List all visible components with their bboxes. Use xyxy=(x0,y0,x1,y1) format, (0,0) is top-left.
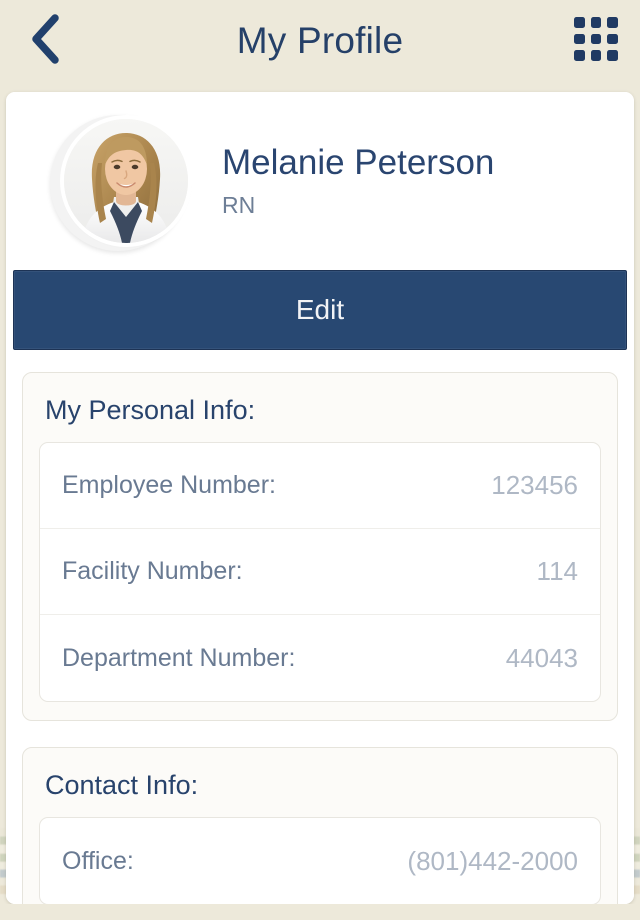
bottom-strip xyxy=(0,904,640,920)
profile-identity: Melanie Peterson RN xyxy=(222,143,494,218)
info-row: Department Number: 44043 xyxy=(40,615,600,701)
profile-summary: Melanie Peterson RN xyxy=(6,92,634,270)
grid-dot xyxy=(590,33,602,45)
profile-name: Melanie Peterson xyxy=(222,143,495,183)
avatar-image xyxy=(64,119,188,243)
edit-button[interactable]: Edit xyxy=(13,270,627,350)
profile-card: Melanie Peterson RN Edit My Personal Inf… xyxy=(6,92,634,904)
back-button[interactable] xyxy=(14,8,76,70)
edit-button-container: Edit xyxy=(6,270,634,350)
info-row-label: Office: xyxy=(62,846,134,875)
grid-apps-icon[interactable] xyxy=(568,11,624,67)
info-row-label: Department Number: xyxy=(62,643,296,672)
page-title: My Profile xyxy=(236,20,404,61)
section-rows: Office: (801)442-2000 xyxy=(39,817,601,904)
section-rows: Employee Number: 123456 Facility Number: 11… xyxy=(39,442,601,702)
chevron-left-icon xyxy=(28,14,62,64)
grid-dot xyxy=(607,33,618,45)
section-contact-info: Contact Info: Office: (801)442-2000 xyxy=(22,747,618,904)
grid-dot xyxy=(574,50,585,61)
info-row: Facility Number: 114 xyxy=(40,529,600,615)
section-title: My Personal Info: xyxy=(45,395,256,425)
info-row-value: 44043 xyxy=(505,642,578,673)
info-row-label: Facility Number: xyxy=(62,557,243,585)
info-row-label: Employee Number: xyxy=(62,471,276,499)
info-sections: My Personal Info: Employee Number: 123456 F… xyxy=(6,350,634,904)
grid-dot xyxy=(590,50,602,61)
grid-dot xyxy=(607,17,618,28)
profile-role: RN xyxy=(222,191,256,218)
profile-photo xyxy=(64,119,188,243)
app-screen: My Profile Melanie Peterson RN Edit My P… xyxy=(0,0,640,920)
grid-dot xyxy=(607,50,618,61)
info-row: Employee Number: 123456 xyxy=(40,443,600,529)
section-title: Contact Info: xyxy=(45,770,199,800)
grid-dot xyxy=(574,17,585,28)
section-personal-info: My Personal Info: Employee Number: 123456 F… xyxy=(22,372,618,721)
info-row: Office: (801)442-2000 xyxy=(40,818,600,904)
grid-dot xyxy=(590,17,602,28)
info-row-value: 123456 xyxy=(491,470,578,500)
grid-dot xyxy=(574,33,585,45)
background-edge-sliver-right xyxy=(633,828,640,894)
info-row-value: 114 xyxy=(536,556,578,586)
info-row-value: (801)442-2000 xyxy=(407,845,578,876)
app-header: My Profile xyxy=(0,0,640,82)
avatar[interactable] xyxy=(50,113,194,251)
